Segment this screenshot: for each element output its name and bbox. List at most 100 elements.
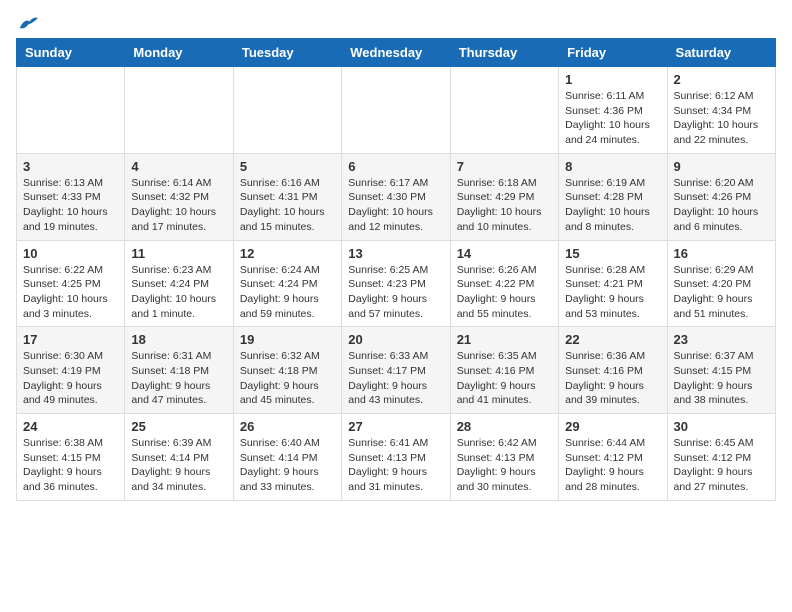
calendar-cell: 4 Sunrise: 6:14 AM Sunset: 4:32 PM Daylig… — [125, 153, 233, 240]
calendar-week-row: 24Sunrise: 6:38 AM Sunset: 4:15 PM Dayli… — [17, 414, 776, 501]
calendar-cell: 14 Sunrise: 6:26 AM Sunset: 4:22 PM Dayli… — [450, 240, 558, 327]
calendar-cell — [125, 67, 233, 154]
calendar-cell: 3 Sunrise: 6:13 AM Sunset: 4:33 PM Daylig… — [17, 153, 125, 240]
calendar-cell: 9 Sunrise: 6:20 AM Sunset: 4:26 PM Daylig… — [667, 153, 775, 240]
day-number: 4 — [131, 159, 226, 174]
day-info: Sunrise: 6:38 AM Sunset: 4:15 PM Dayligh… — [23, 436, 118, 495]
col-header-monday: Monday — [125, 39, 233, 67]
calendar-cell: 5 Sunrise: 6:16 AM Sunset: 4:31 PM Daylig… — [233, 153, 341, 240]
calendar-cell — [233, 67, 341, 154]
day-number: 22 — [565, 332, 660, 347]
calendar-cell: 19 Sunrise: 6:32 AM Sunset: 4:18 PM Dayli… — [233, 327, 341, 414]
day-info: Sunrise: 6:14 AM Sunset: 4:32 PM Dayligh… — [131, 176, 226, 235]
day-number: 26 — [240, 419, 335, 434]
day-info: Sunrise: 6:19 AM Sunset: 4:28 PM Dayligh… — [565, 176, 660, 235]
calendar-cell: 6 Sunrise: 6:17 AM Sunset: 4:30 PM Daylig… — [342, 153, 450, 240]
calendar-cell — [17, 67, 125, 154]
day-number: 27 — [348, 419, 443, 434]
day-info: Sunrise: 6:12 AM Sunset: 4:34 PM Dayligh… — [674, 89, 769, 148]
day-info: Sunrise: 6:25 AM Sunset: 4:23 PM Dayligh… — [348, 263, 443, 322]
day-number: 14 — [457, 246, 552, 261]
calendar-cell — [450, 67, 558, 154]
logo — [16, 16, 38, 30]
day-number: 20 — [348, 332, 443, 347]
col-header-thursday: Thursday — [450, 39, 558, 67]
day-info: Sunrise: 6:40 AM Sunset: 4:14 PM Dayligh… — [240, 436, 335, 495]
calendar-cell: 23 Sunrise: 6:37 AM Sunset: 4:15 PM Dayli… — [667, 327, 775, 414]
day-number: 15 — [565, 246, 660, 261]
day-number: 10 — [23, 246, 118, 261]
calendar-week-row: 17 Sunrise: 6:30 AM Sunset: 4:19 PM Dayli… — [17, 327, 776, 414]
day-number: 8 — [565, 159, 660, 174]
day-number: 1 — [565, 72, 660, 87]
calendar-table: SundayMondayTuesdayWednesdayThursdayFrid… — [16, 38, 776, 501]
day-number: 21 — [457, 332, 552, 347]
calendar-cell: 27 Sunrise: 6:41 AM Sunset: 4:13 PM Dayli… — [342, 414, 450, 501]
calendar-cell: 12Sunrise: 6:24 AM Sunset: 4:24 PM Dayli… — [233, 240, 341, 327]
day-number: 19 — [240, 332, 335, 347]
col-header-wednesday: Wednesday — [342, 39, 450, 67]
day-info: Sunrise: 6:32 AM Sunset: 4:18 PM Dayligh… — [240, 349, 335, 408]
day-number: 17 — [23, 332, 118, 347]
day-info: Sunrise: 6:41 AM Sunset: 4:13 PM Dayligh… — [348, 436, 443, 495]
calendar-cell: 10 Sunrise: 6:22 AM Sunset: 4:25 PM Dayli… — [17, 240, 125, 327]
day-info: Sunrise: 6:16 AM Sunset: 4:31 PM Dayligh… — [240, 176, 335, 235]
calendar-cell: 13 Sunrise: 6:25 AM Sunset: 4:23 PM Dayli… — [342, 240, 450, 327]
page-header — [16, 16, 776, 30]
day-info: Sunrise: 6:13 AM Sunset: 4:33 PM Dayligh… — [23, 176, 118, 235]
day-info: Sunrise: 6:11 AM Sunset: 4:36 PM Dayligh… — [565, 89, 660, 148]
calendar-cell: 15Sunrise: 6:28 AM Sunset: 4:21 PM Dayli… — [559, 240, 667, 327]
day-info: Sunrise: 6:18 AM Sunset: 4:29 PM Dayligh… — [457, 176, 552, 235]
day-number: 9 — [674, 159, 769, 174]
day-info: Sunrise: 6:24 AM Sunset: 4:24 PM Dayligh… — [240, 263, 335, 322]
day-info: Sunrise: 6:31 AM Sunset: 4:18 PM Dayligh… — [131, 349, 226, 408]
col-header-sunday: Sunday — [17, 39, 125, 67]
col-header-friday: Friday — [559, 39, 667, 67]
day-info: Sunrise: 6:26 AM Sunset: 4:22 PM Dayligh… — [457, 263, 552, 322]
calendar-header-row: SundayMondayTuesdayWednesdayThursdayFrid… — [17, 39, 776, 67]
calendar-cell: 29 Sunrise: 6:44 AM Sunset: 4:12 PM Dayli… — [559, 414, 667, 501]
day-info: Sunrise: 6:45 AM Sunset: 4:12 PM Dayligh… — [674, 436, 769, 495]
calendar-cell: 30 Sunrise: 6:45 AM Sunset: 4:12 PM Dayli… — [667, 414, 775, 501]
day-info: Sunrise: 6:30 AM Sunset: 4:19 PM Dayligh… — [23, 349, 118, 408]
day-number: 23 — [674, 332, 769, 347]
day-number: 2 — [674, 72, 769, 87]
day-number: 11 — [131, 246, 226, 261]
calendar-cell: 21 Sunrise: 6:35 AM Sunset: 4:16 PM Dayli… — [450, 327, 558, 414]
day-info: Sunrise: 6:33 AM Sunset: 4:17 PM Dayligh… — [348, 349, 443, 408]
calendar-cell — [342, 67, 450, 154]
calendar-cell: 8 Sunrise: 6:19 AM Sunset: 4:28 PM Daylig… — [559, 153, 667, 240]
calendar-week-row: 10 Sunrise: 6:22 AM Sunset: 4:25 PM Dayli… — [17, 240, 776, 327]
day-info: Sunrise: 6:37 AM Sunset: 4:15 PM Dayligh… — [674, 349, 769, 408]
day-info: Sunrise: 6:17 AM Sunset: 4:30 PM Dayligh… — [348, 176, 443, 235]
calendar-cell: 25 Sunrise: 6:39 AM Sunset: 4:14 PM Dayli… — [125, 414, 233, 501]
day-number: 3 — [23, 159, 118, 174]
calendar-week-row: 3 Sunrise: 6:13 AM Sunset: 4:33 PM Daylig… — [17, 153, 776, 240]
day-info: Sunrise: 6:44 AM Sunset: 4:12 PM Dayligh… — [565, 436, 660, 495]
calendar-cell: 2 Sunrise: 6:12 AM Sunset: 4:34 PM Daylig… — [667, 67, 775, 154]
day-info: Sunrise: 6:36 AM Sunset: 4:16 PM Dayligh… — [565, 349, 660, 408]
calendar-cell: 7 Sunrise: 6:18 AM Sunset: 4:29 PM Daylig… — [450, 153, 558, 240]
day-number: 16 — [674, 246, 769, 261]
calendar-cell: 20 Sunrise: 6:33 AM Sunset: 4:17 PM Dayli… — [342, 327, 450, 414]
calendar-week-row: 1 Sunrise: 6:11 AM Sunset: 4:36 PM Daylig… — [17, 67, 776, 154]
day-number: 29 — [565, 419, 660, 434]
calendar-cell: 11Sunrise: 6:23 AM Sunset: 4:24 PM Dayli… — [125, 240, 233, 327]
day-number: 7 — [457, 159, 552, 174]
day-number: 6 — [348, 159, 443, 174]
day-info: Sunrise: 6:22 AM Sunset: 4:25 PM Dayligh… — [23, 263, 118, 322]
day-number: 18 — [131, 332, 226, 347]
calendar-cell: 16Sunrise: 6:29 AM Sunset: 4:20 PM Dayli… — [667, 240, 775, 327]
day-info: Sunrise: 6:35 AM Sunset: 4:16 PM Dayligh… — [457, 349, 552, 408]
calendar-cell: 17 Sunrise: 6:30 AM Sunset: 4:19 PM Dayli… — [17, 327, 125, 414]
day-number: 13 — [348, 246, 443, 261]
day-info: Sunrise: 6:42 AM Sunset: 4:13 PM Dayligh… — [457, 436, 552, 495]
day-info: Sunrise: 6:39 AM Sunset: 4:14 PM Dayligh… — [131, 436, 226, 495]
day-number: 25 — [131, 419, 226, 434]
day-info: Sunrise: 6:20 AM Sunset: 4:26 PM Dayligh… — [674, 176, 769, 235]
col-header-saturday: Saturday — [667, 39, 775, 67]
col-header-tuesday: Tuesday — [233, 39, 341, 67]
calendar-cell: 1 Sunrise: 6:11 AM Sunset: 4:36 PM Daylig… — [559, 67, 667, 154]
day-number: 5 — [240, 159, 335, 174]
day-number: 30 — [674, 419, 769, 434]
